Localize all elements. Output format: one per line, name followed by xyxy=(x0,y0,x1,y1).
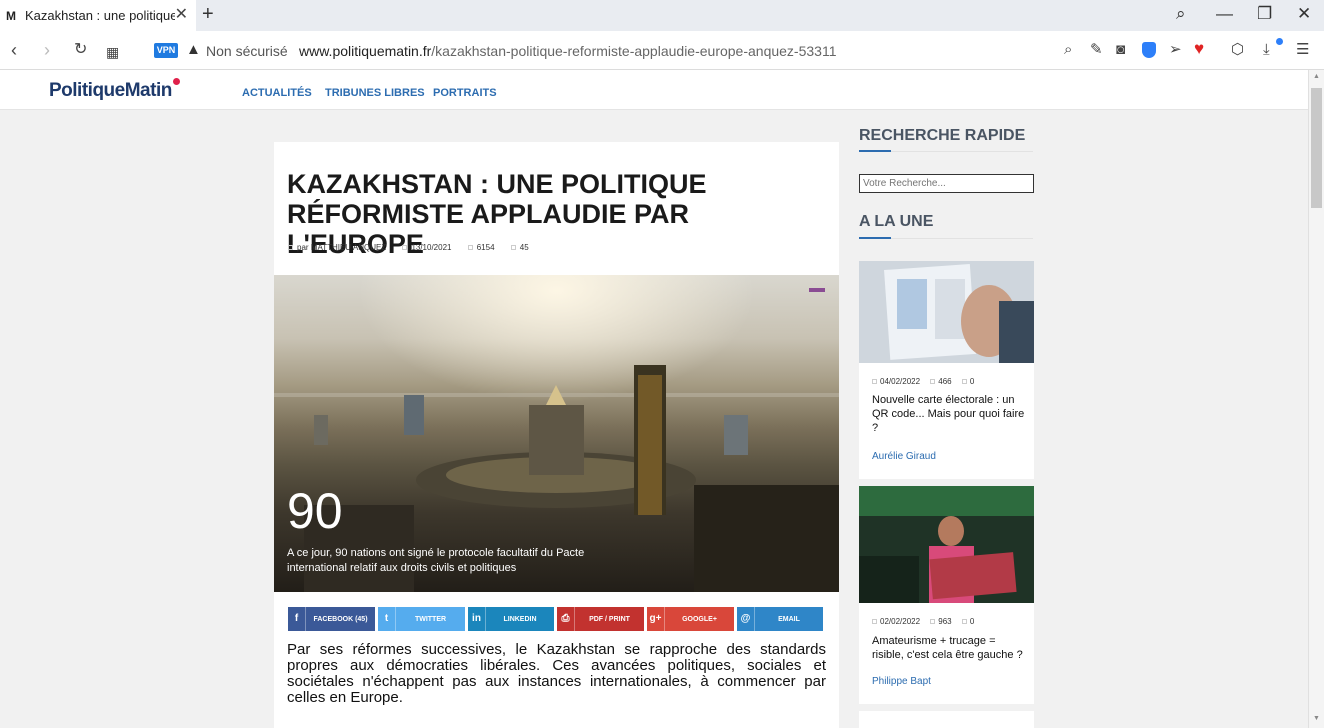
article-meta: par MATTHIEU ANQUEZ 13/10/2021 6154 45 xyxy=(288,243,543,252)
featured-heading: A LA UNE xyxy=(859,213,934,230)
comment-icon xyxy=(510,245,516,251)
new-tab-icon[interactable]: + xyxy=(202,4,214,24)
featured-card[interactable]: 02/02/2022 963 0 Amateurisme + trucage =… xyxy=(859,486,1034,704)
site-header: PolitiqueMatin ACTUALITÉS TRIBUNES LIBRE… xyxy=(0,70,1308,110)
site-logo[interactable]: PolitiqueMatin xyxy=(49,80,172,102)
linkedin-icon: in xyxy=(468,607,486,631)
heading-accent xyxy=(859,150,891,152)
publish-date: 13/10/2021 xyxy=(402,243,451,252)
search-input[interactable] xyxy=(859,174,1034,193)
share-linkedin-button[interactable]: in LINKEDIN xyxy=(468,607,554,631)
minimize-icon[interactable]: — xyxy=(1216,5,1233,23)
card-meta: 04/02/2022 466 0 xyxy=(872,377,982,386)
view-count: 6154 xyxy=(467,243,495,252)
calendar-icon xyxy=(872,619,877,625)
pdf-print-button[interactable]: ⎙ PDF / PRINT xyxy=(557,607,644,631)
logo-dot-icon xyxy=(173,78,180,85)
comment-icon xyxy=(961,619,967,625)
search-tabs-icon[interactable]: ⌕ xyxy=(1176,5,1186,23)
calendar-icon xyxy=(402,245,408,251)
shield-icon[interactable] xyxy=(1142,42,1156,58)
card-author[interactable]: Philippe Bapt xyxy=(872,676,931,687)
warning-icon[interactable]: ▲ xyxy=(186,41,201,58)
send-icon[interactable]: ➢ xyxy=(1169,41,1182,59)
url-field[interactable]: www.politiquematin.fr/kazakhstan-politiq… xyxy=(299,43,837,59)
article-card: KAZAKHSTAN : UNE POLITIQUE RÉFORMISTE AP… xyxy=(274,142,839,728)
facebook-icon: f xyxy=(288,607,306,631)
share-twitter-button[interactable]: t TWITTER xyxy=(378,607,465,631)
hero-accent-bar xyxy=(809,288,825,292)
site-favicon-icon: M xyxy=(6,8,16,23)
forward-icon[interactable]: › xyxy=(44,40,50,60)
nav-actualites[interactable]: ACTUALITÉS xyxy=(242,87,312,99)
voter-card-image xyxy=(859,261,1034,363)
hero-image: 90 A ce jour, 90 nations ont signé le pr… xyxy=(274,275,839,592)
twitter-icon: t xyxy=(378,607,396,631)
eye-icon xyxy=(467,245,473,251)
scroll-up-icon[interactable]: ▲ xyxy=(1313,73,1320,80)
hero-number: 90 xyxy=(287,483,343,539)
url-path: /kazakhstan-politique-reformiste-applaud… xyxy=(431,43,837,59)
camera-icon[interactable]: ◙ xyxy=(1116,41,1125,59)
menu-icon[interactable]: ☰ xyxy=(1296,41,1309,59)
comment-count: 45 xyxy=(510,243,529,252)
browser-tab[interactable]: M Kazakhstan : une politique ✕ xyxy=(0,0,196,31)
scroll-thumb[interactable] xyxy=(1311,88,1322,208)
user-icon xyxy=(288,245,293,251)
page-scrollbar[interactable]: ▲ ▼ xyxy=(1308,70,1324,728)
search-icon[interactable]: ⌕ xyxy=(1064,41,1072,59)
eye-icon xyxy=(930,379,936,385)
download-badge xyxy=(1276,38,1283,45)
restore-icon[interactable]: ❐ xyxy=(1257,5,1272,23)
search-heading: RECHERCHE RAPIDE xyxy=(859,127,1026,144)
card-meta: 02/02/2022 963 0 xyxy=(872,617,982,626)
featured-card[interactable]: 04/02/2022 466 0 Nouvelle carte électora… xyxy=(859,261,1034,479)
author: par MATTHIEU ANQUEZ xyxy=(288,243,386,252)
security-status[interactable]: Non sécurisé xyxy=(206,43,288,59)
print-icon: ⎙ xyxy=(557,607,575,631)
reload-icon[interactable]: ↻ xyxy=(74,40,87,60)
city-skyline-image xyxy=(274,275,839,592)
hero-caption: A ce jour, 90 nations ont signé le proto… xyxy=(287,547,585,574)
tab-strip: M Kazakhstan : une politique ✕ + ⌕ — ❐ ✕ xyxy=(0,0,1324,31)
card-author[interactable]: Aurélie Giraud xyxy=(872,451,936,462)
card-title[interactable]: Nouvelle carte électorale : un QR code..… xyxy=(872,393,1027,435)
back-icon[interactable]: ‹ xyxy=(11,40,17,60)
scroll-down-icon[interactable]: ▼ xyxy=(1313,715,1320,722)
tab-title: Kazakhstan : une politique xyxy=(25,8,175,23)
close-tab-icon[interactable]: ✕ xyxy=(175,7,188,23)
featured-card[interactable] xyxy=(859,711,1034,728)
vpn-badge[interactable]: VPN xyxy=(154,43,178,58)
eye-icon xyxy=(930,619,936,625)
address-bar: ‹ › ↻ ▦ VPN ▲ Non sécurisé www.politique… xyxy=(0,31,1324,70)
nav-tribunes-libres[interactable]: TRIBUNES LIBRES xyxy=(325,87,425,99)
comment-icon xyxy=(961,379,967,385)
nav-portraits[interactable]: PORTRAITS xyxy=(433,87,497,99)
url-host: www.politiquematin.fr xyxy=(299,43,432,59)
share-email-button[interactable]: @ EMAIL xyxy=(737,607,823,631)
rally-image xyxy=(859,486,1034,603)
share-google-button[interactable]: g+ GOOGLE+ xyxy=(647,607,734,631)
heart-icon[interactable]: ♥ xyxy=(1194,39,1204,59)
google-plus-icon: g+ xyxy=(647,607,665,631)
share-icon[interactable]: ✎ xyxy=(1090,41,1103,59)
heading-accent xyxy=(859,237,891,239)
tabs-grid-icon[interactable]: ▦ xyxy=(106,42,119,62)
article-lead: Par ses réformes successives, le Kazakhs… xyxy=(287,641,826,706)
share-facebook-button[interactable]: f FACEBOOK (45) xyxy=(288,607,375,631)
box-icon[interactable]: ⬡ xyxy=(1231,41,1244,59)
calendar-icon xyxy=(872,379,877,385)
close-window-icon[interactable]: ✕ xyxy=(1297,5,1311,23)
card-title[interactable]: Amateurisme + trucage = risible, c'est c… xyxy=(872,634,1027,662)
download-icon[interactable]: ⤓ xyxy=(1263,41,1270,59)
email-icon: @ xyxy=(737,607,755,631)
